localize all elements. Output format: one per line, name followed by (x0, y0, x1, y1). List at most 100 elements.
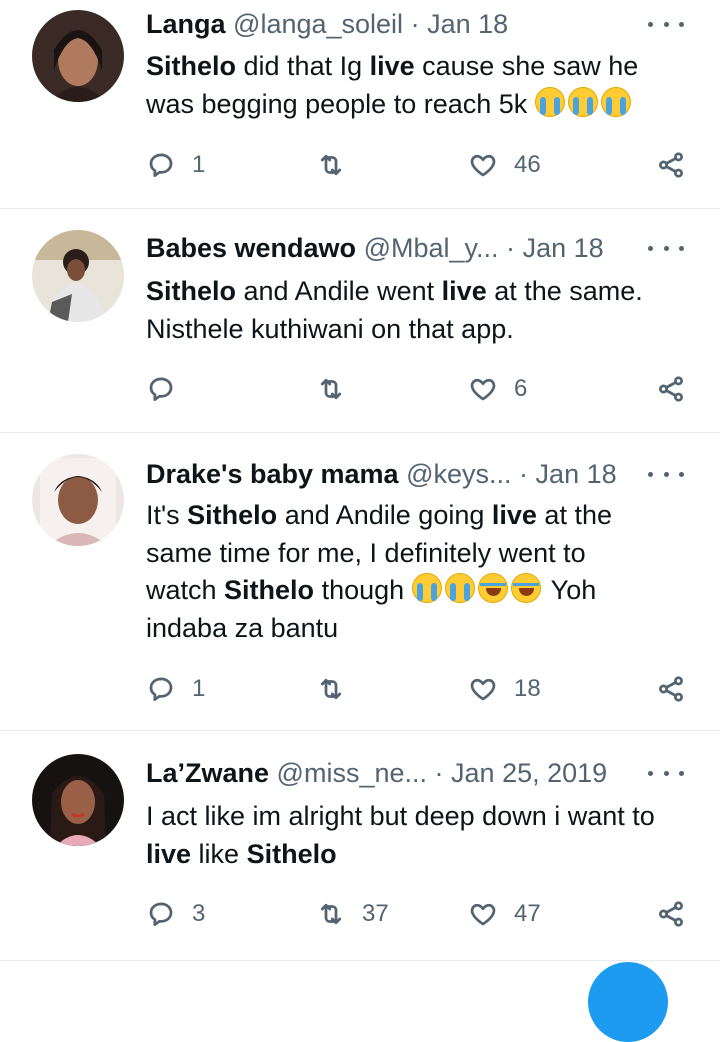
user-handle[interactable]: @keys... (406, 459, 511, 489)
loudly-crying-face-emoji (411, 573, 442, 604)
loudly-crying-face-emoji (567, 86, 598, 117)
display-name[interactable]: Drake's baby mama (146, 459, 399, 489)
loudly-crying-face-emoji (444, 573, 475, 604)
heart-icon (468, 899, 498, 929)
text-segment: and Andile going (277, 500, 492, 530)
like-count: 47 (514, 900, 541, 927)
more-options-icon[interactable] (648, 6, 684, 42)
tears-of-joy-emoji (510, 573, 541, 604)
text-segment: watch (146, 575, 225, 606)
text-segment: Yoh (543, 575, 597, 606)
text-segment: It's (146, 500, 188, 530)
share-button[interactable] (656, 894, 686, 934)
share-icon (656, 674, 686, 704)
tweet[interactable]: Langa @langa_soleil · Jan 18 Sithelo did… (0, 0, 720, 209)
tweet[interactable]: Drake's baby mama @keys... · Jan 18 It's… (0, 432, 720, 731)
like-count: 6 (514, 375, 528, 402)
tweet-text: I act like im alright but deep down i wa… (146, 798, 691, 873)
highlighted-keyword: Sithelo (246, 838, 337, 869)
like-button[interactable]: 47 (468, 894, 541, 934)
tweet-header: Langa @langa_soleil · Jan 18 (146, 6, 720, 42)
reply-button[interactable]: 1 (146, 669, 205, 709)
retweet-icon (316, 150, 346, 180)
share-icon (656, 899, 686, 929)
tweet-text-line: I act like im alright but deep down i wa… (146, 798, 691, 836)
tears-of-joy-emoji (477, 573, 508, 604)
text-segment: at the same. (486, 276, 643, 306)
tweet[interactable]: Babes wendawo @Mbal_y... · Jan 18 Sithel… (0, 208, 720, 433)
loudly-crying-face-emoji (600, 86, 631, 117)
separator-dot: · (434, 758, 444, 788)
display-name[interactable]: La’Zwane (146, 758, 269, 788)
more-options-icon[interactable] (648, 755, 684, 791)
like-count: 46 (514, 151, 541, 178)
highlighted-keyword: Sithelo (187, 500, 278, 530)
retweet-button[interactable]: 37 (316, 894, 389, 934)
highlighted-keyword: Sithelo (146, 51, 237, 81)
retweet-button[interactable] (316, 669, 346, 709)
avatar[interactable] (32, 10, 124, 102)
share-button[interactable] (656, 369, 686, 409)
highlighted-keyword: Sithelo (224, 575, 315, 606)
display-name[interactable]: Babes wendawo (146, 233, 356, 263)
retweet-count: 37 (362, 900, 389, 927)
retweet-button[interactable] (316, 145, 346, 185)
more-options-icon[interactable] (648, 230, 684, 266)
like-button[interactable]: 6 (468, 369, 527, 409)
like-button[interactable]: 18 (468, 669, 541, 709)
reply-button[interactable] (146, 369, 176, 409)
tweet-text: It's Sithelo and Andile going live at th… (146, 497, 691, 647)
share-button[interactable] (656, 669, 686, 709)
tweet-text-line: It's Sithelo and Andile going live at th… (146, 497, 691, 535)
tweet-actions: 3 37 47 (146, 894, 706, 934)
tweet-header: Drake's baby mama @keys... · Jan 18 (146, 456, 720, 492)
tweet-text-line: live like Sithelo (146, 836, 691, 874)
share-icon (656, 150, 686, 180)
reply-button[interactable]: 3 (146, 894, 205, 934)
avatar[interactable] (32, 754, 124, 846)
like-count: 18 (514, 675, 541, 702)
text-segment: same time for me, I definitely went to (146, 537, 586, 568)
user-handle[interactable]: @langa_soleil (233, 9, 403, 39)
highlighted-keyword: live (369, 51, 415, 81)
share-button[interactable] (656, 145, 686, 185)
text-segment: was begging people to reach 5k (146, 88, 535, 119)
text-segment: did that Ig (236, 51, 370, 81)
tweet-actions: 1 46 (146, 145, 706, 185)
tweet-text-line: Nisthele kuthiwani on that app. (146, 311, 691, 349)
share-icon (656, 374, 686, 404)
separator-dot: · (410, 9, 420, 39)
reply-icon (146, 674, 176, 704)
avatar[interactable] (32, 230, 124, 322)
tweet-date[interactable]: Jan 18 (523, 233, 604, 263)
tweet-actions: 1 18 (146, 669, 706, 709)
retweet-button[interactable] (316, 369, 346, 409)
separator-dot: · (519, 459, 529, 489)
tweet-text: Sithelo did that Ig live cause she saw h… (146, 48, 691, 123)
more-options-icon[interactable] (648, 456, 684, 492)
avatar[interactable] (32, 454, 124, 546)
reply-icon (146, 374, 176, 404)
text-segment: at the (536, 500, 612, 530)
tweet-header: Babes wendawo @Mbal_y... · Jan 18 (146, 230, 720, 266)
tweet-date[interactable]: Jan 18 (536, 459, 617, 489)
separator-dot: · (506, 233, 516, 263)
reply-button[interactable]: 1 (146, 145, 205, 185)
heart-icon (468, 374, 498, 404)
text-segment: and Andile went (236, 276, 442, 306)
tweet[interactable]: La’Zwane @miss_ne... · Jan 25, 2019 I ac… (0, 730, 720, 961)
like-button[interactable]: 46 (468, 145, 541, 185)
text-segment: indaba za bantu (146, 612, 339, 643)
tweet-text-line: Sithelo did that Ig live cause she saw h… (146, 48, 691, 86)
tweet-text-line: Sithelo and Andile went live at the same… (146, 273, 691, 311)
display-name[interactable]: Langa (146, 9, 226, 39)
user-handle[interactable]: @miss_ne... (277, 758, 427, 788)
tweet-date[interactable]: Jan 25, 2019 (451, 758, 607, 788)
text-segment: Nisthele kuthiwani on that app. (146, 313, 514, 344)
text-segment: I act like im alright but deep down i wa… (146, 801, 655, 831)
tweet-date[interactable]: Jan 18 (427, 9, 508, 39)
reply-icon (146, 899, 176, 929)
tweet-header: La’Zwane @miss_ne... · Jan 25, 2019 (146, 755, 720, 791)
compose-tweet-button[interactable] (588, 962, 668, 1042)
user-handle[interactable]: @Mbal_y... (364, 233, 499, 263)
